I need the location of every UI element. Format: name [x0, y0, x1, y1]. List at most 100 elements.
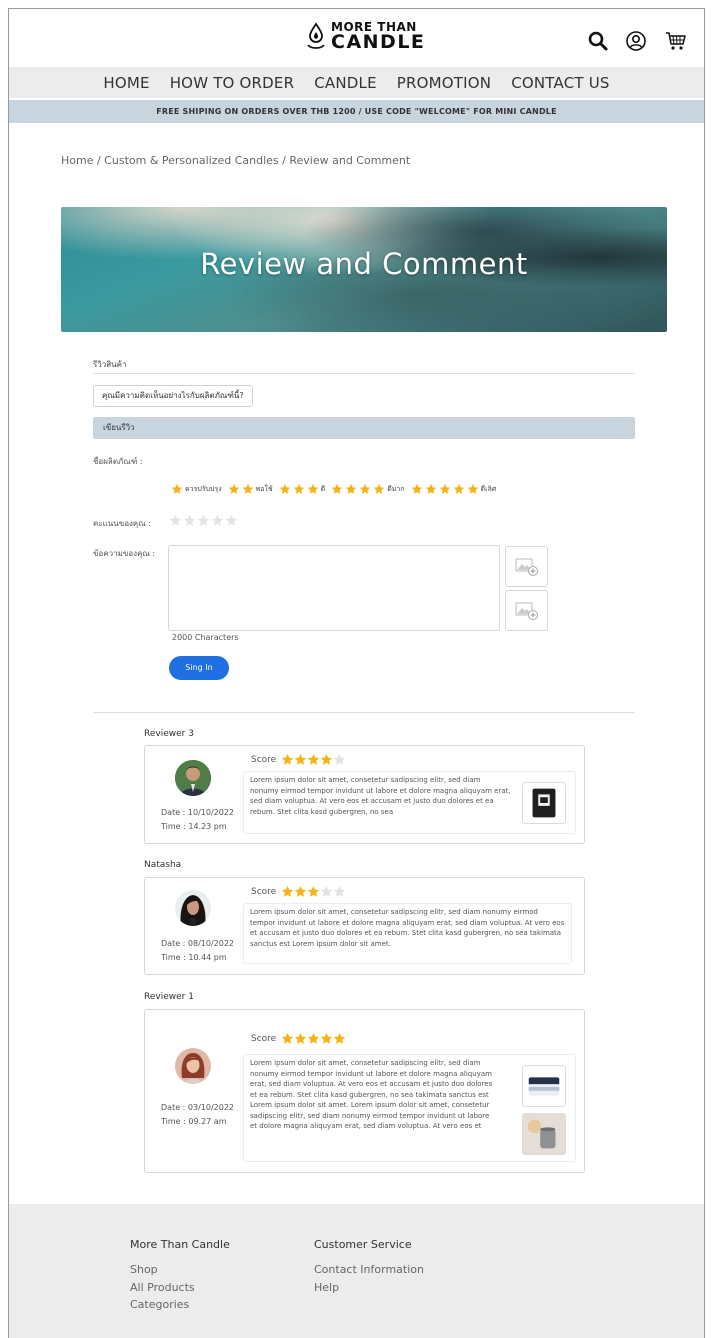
add-image-button[interactable] [505, 590, 548, 631]
legend-item: ดี [279, 483, 326, 495]
rating-star-icon[interactable] [225, 514, 238, 527]
question-button[interactable]: คุณมีความคิดเห็นอย่างไรกับผลิตภัณฑ์นี้? [93, 385, 253, 407]
star-filled-icon [242, 483, 254, 495]
candle-flame-icon [307, 21, 325, 49]
divider [93, 373, 635, 374]
brand-line-2: CANDLE [331, 31, 426, 53]
rating-star-icon[interactable] [169, 514, 182, 527]
review-date: Date : 10/10/2022 [161, 808, 235, 817]
score-stars [281, 1032, 346, 1045]
add-image-icon [515, 558, 538, 576]
nav-home[interactable]: HOME [103, 74, 149, 92]
legend-item: พอใช้ [228, 483, 273, 495]
legend-label: ดี [320, 484, 326, 493]
star-filled-icon [307, 753, 320, 766]
promo-banner: FREE SHIPING ON ORDERS OVER THB 1200 / U… [9, 100, 704, 123]
header: MORE THAN CANDLE [9, 9, 704, 67]
rating-legend: ควรปรับปรุง พอใช้ ดี ดีมาก ดีเลิศ [171, 483, 496, 495]
star-empty-icon [333, 753, 346, 766]
star-filled-icon [281, 885, 294, 898]
score-stars [281, 753, 346, 766]
review-time: Time : 09.27 am [161, 1117, 227, 1126]
score-label: Score [251, 886, 277, 897]
footer-column: More Than Candle Shop All Products Categ… [130, 1238, 230, 1314]
star-filled-icon [453, 483, 465, 495]
star-filled-icon [294, 885, 307, 898]
star-filled-icon [293, 483, 305, 495]
rating-star-icon[interactable] [197, 514, 210, 527]
legend-item: ดีเลิศ [411, 483, 496, 495]
star-empty-icon [320, 885, 333, 898]
footer-link[interactable]: Contact Information [314, 1261, 424, 1279]
nav-contact-us[interactable]: CONTACT US [511, 74, 609, 92]
footer-link[interactable]: Help [314, 1279, 424, 1297]
footer-link[interactable]: All Products [130, 1279, 230, 1297]
nav-how-to-order[interactable]: HOW TO ORDER [170, 74, 295, 92]
score-stars [281, 885, 346, 898]
main-nav: HOME HOW TO ORDER CANDLE PROMOTION CONTA… [9, 67, 704, 98]
star-filled-icon [333, 1032, 346, 1045]
breadcrumb[interactable]: Home / Custom & Personalized Candles / R… [61, 154, 410, 167]
footer-link[interactable]: Shop [130, 1261, 230, 1279]
rating-star-icon[interactable] [211, 514, 224, 527]
star-filled-icon [281, 753, 294, 766]
review-score: Score [251, 753, 346, 766]
footer: More Than Candle Shop All Products Categ… [9, 1204, 704, 1338]
hero-title: Review and Comment [200, 247, 528, 281]
add-image-icon [515, 602, 538, 620]
star-empty-icon [333, 885, 346, 898]
tab-product-review[interactable]: รีวิวสินค้า [93, 358, 126, 371]
star-filled-icon [320, 1032, 333, 1045]
star-filled-icon [320, 753, 333, 766]
star-filled-icon [294, 753, 307, 766]
avatar [175, 1048, 211, 1084]
submit-button[interactable]: Sing In [169, 656, 229, 680]
message-label: ข้อความของคุณ : [93, 549, 156, 558]
footer-heading: More Than Candle [130, 1238, 230, 1251]
review-score: Score [251, 885, 346, 898]
page-frame: MORE THAN CANDLE HOME HOW TO ORDER CANDL… [8, 8, 705, 1338]
cart-icon[interactable] [665, 30, 687, 52]
star-filled-icon [359, 483, 371, 495]
star-filled-icon [411, 483, 423, 495]
avatar [175, 760, 211, 796]
footer-heading: Customer Service [314, 1238, 412, 1251]
legend-item: ดีมาก [331, 483, 405, 495]
brand-logo[interactable]: MORE THAN CANDLE [305, 21, 425, 52]
star-filled-icon [307, 885, 320, 898]
score-label: Score [251, 1033, 277, 1044]
review-card: Date : 03/10/2022 Time : 09.27 am Score … [144, 1009, 585, 1173]
add-image-button[interactable] [505, 546, 548, 587]
star-filled-icon [439, 483, 451, 495]
legend-label: พอใช้ [255, 484, 273, 493]
rating-input[interactable] [169, 514, 238, 527]
avatar [175, 890, 211, 926]
nav-candle[interactable]: CANDLE [314, 74, 377, 92]
legend-label: ควรปรับปรุง [185, 484, 222, 493]
product-thumbnail[interactable] [522, 782, 566, 824]
reviewer-name: Reviewer 1 [144, 992, 194, 1002]
search-icon[interactable] [587, 30, 609, 52]
footer-column: Customer Service Contact Information Hel… [314, 1238, 424, 1296]
user-icon[interactable] [625, 30, 647, 52]
star-filled-icon [345, 483, 357, 495]
reviewer-name: Reviewer 3 [144, 729, 194, 739]
message-textarea[interactable] [168, 545, 500, 631]
star-filled-icon [373, 483, 385, 495]
legend-item: ควรปรับปรุง [171, 483, 222, 495]
star-filled-icon [425, 483, 437, 495]
star-filled-icon [294, 1032, 307, 1045]
product-thumbnail[interactable] [522, 1113, 566, 1155]
star-filled-icon [467, 483, 479, 495]
footer-link[interactable]: Categories [130, 1296, 230, 1314]
review-time: Time : 14.23 pm [161, 822, 227, 831]
star-filled-icon [171, 483, 183, 495]
star-filled-icon [307, 1032, 320, 1045]
nav-promotion[interactable]: PROMOTION [397, 74, 491, 92]
product-thumbnail[interactable] [522, 1065, 566, 1107]
rating-star-icon[interactable] [183, 514, 196, 527]
review-card: Date : 10/10/2022 Time : 14.23 pm Score … [144, 745, 585, 844]
reviewer-name: Natasha [144, 860, 182, 870]
review-text: Lorem ipsum dolor sit amet, consetetur s… [243, 903, 572, 964]
star-filled-icon [281, 1032, 294, 1045]
